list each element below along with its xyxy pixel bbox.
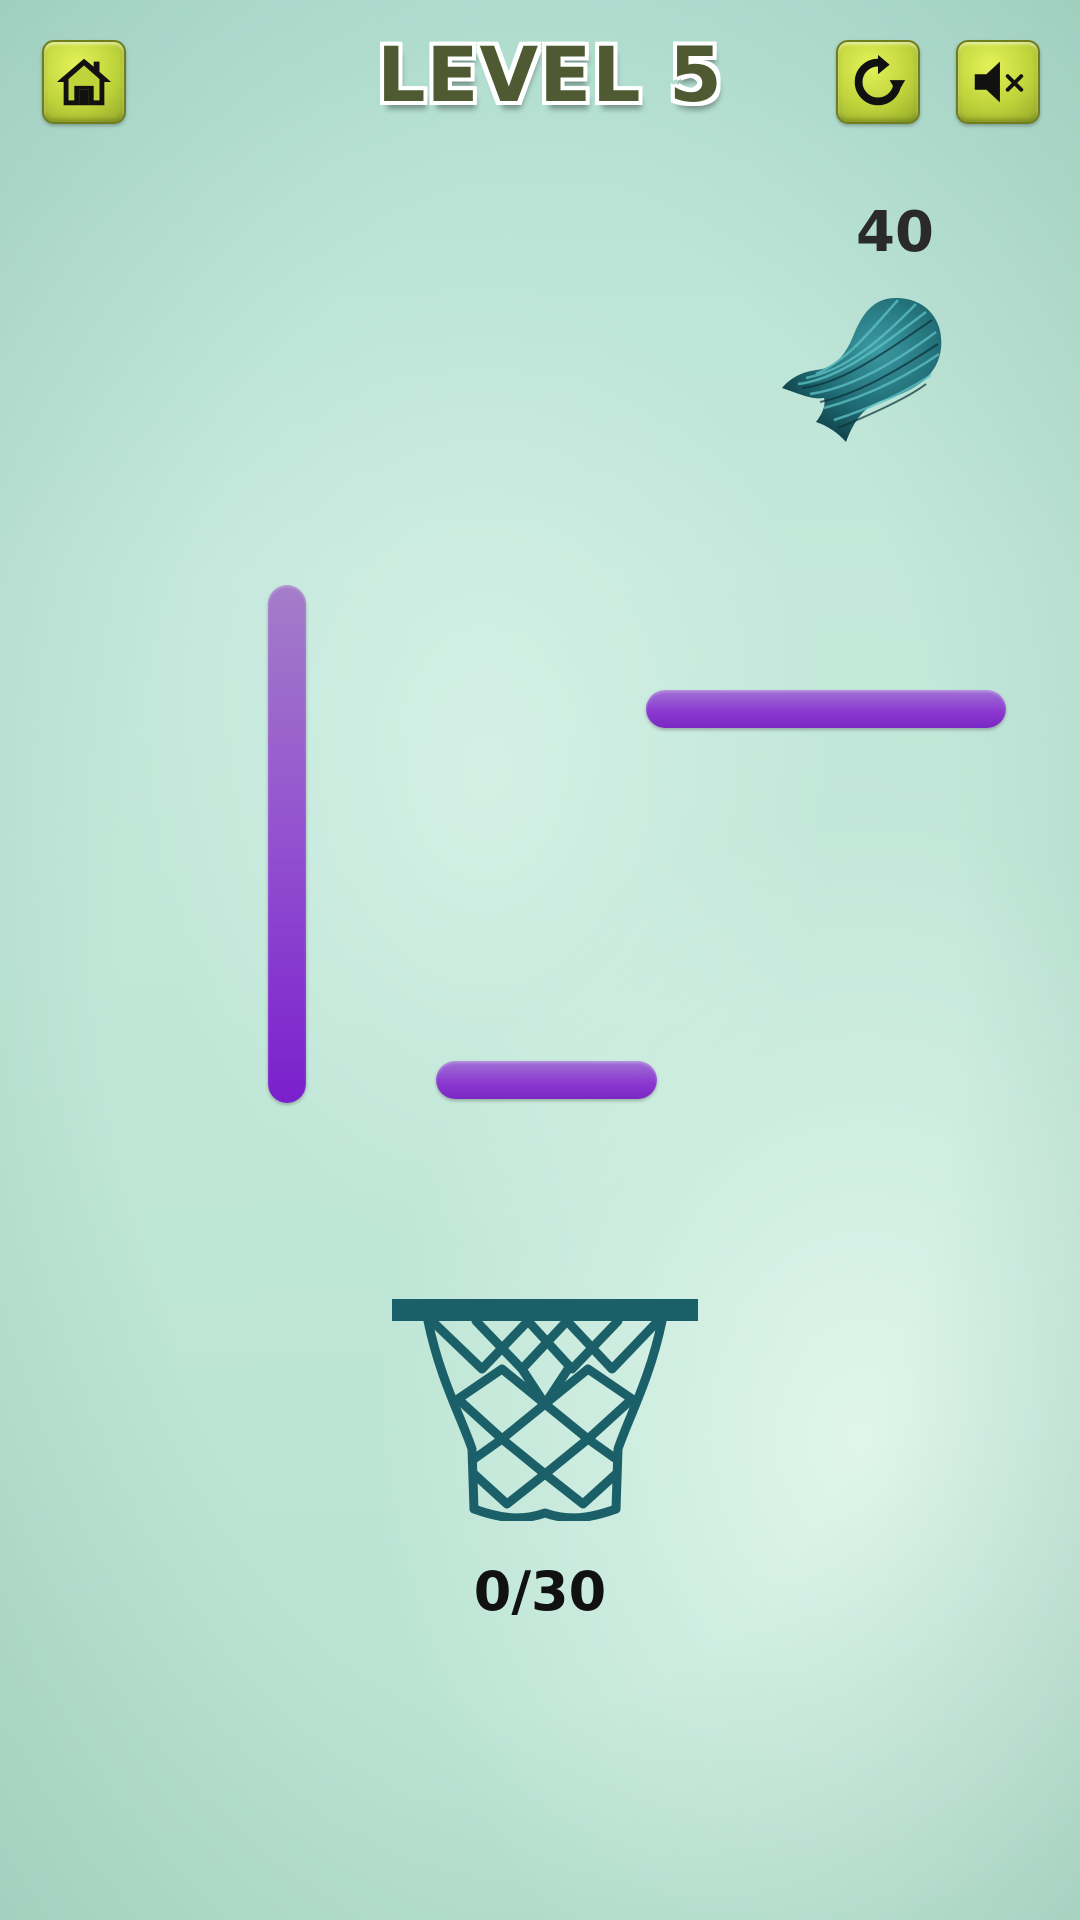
background <box>0 0 1080 1920</box>
basketball-hoop <box>392 1299 698 1521</box>
vertical-platform <box>268 585 306 1103</box>
progress-counter: 0/30 <box>473 1560 607 1623</box>
water-amount: 40 <box>856 200 934 265</box>
water-balloon[interactable] <box>776 290 946 450</box>
lower-middle-platform <box>436 1061 657 1099</box>
hoop-rim <box>392 1299 698 1321</box>
upper-right-platform <box>646 690 1006 728</box>
level-title: LEVEL 5 <box>377 30 723 119</box>
restart-icon <box>854 54 906 106</box>
home-button[interactable] <box>42 40 126 124</box>
home-icon <box>56 58 112 106</box>
hoop-net <box>423 1316 667 1521</box>
speaker-muted-icon <box>974 61 1024 103</box>
restart-button[interactable] <box>836 40 920 124</box>
mute-button[interactable] <box>956 40 1040 124</box>
